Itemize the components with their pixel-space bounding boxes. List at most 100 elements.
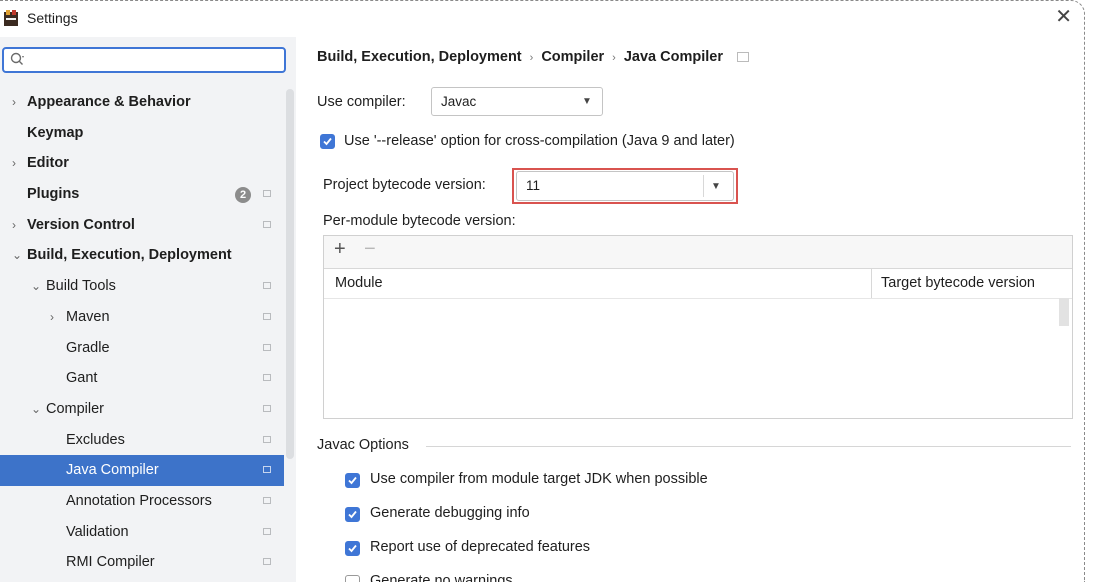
app-icon [4, 10, 18, 26]
search-icon [10, 52, 24, 65]
release-option-checkbox[interactable] [320, 134, 335, 149]
sidebar-item-label: Version Control [27, 216, 135, 233]
sidebar-item[interactable]: RMI Compiler [0, 547, 284, 578]
sidebar-item-label: Build, Execution, Deployment [27, 247, 232, 264]
javac-option-label: Generate no warnings [370, 573, 513, 582]
settings-content: Build, Execution, Deployment › Compiler › Ja… [296, 37, 1084, 582]
sidebar-item-label: Compiler [46, 400, 105, 417]
settings-sidebar: › Appearance & Behavior Keymap › Editor Plugi… [0, 37, 296, 582]
settings-page-icon [263, 435, 271, 443]
chevron-right-icon[interactable]: › [12, 148, 22, 179]
sidebar-item-label: Plugins [27, 186, 80, 203]
sidebar-item-label: Gant [66, 370, 98, 387]
compiler-select[interactable]: Javac ▼ [431, 87, 603, 116]
chevron-right-icon[interactable]: › [12, 210, 22, 241]
settings-page-icon [263, 312, 271, 320]
bytecode-version-value: 11 [526, 178, 541, 193]
release-option-label: Use '--release' option for cross-compila… [344, 133, 735, 149]
sidebar-item[interactable]: Java Compiler [0, 455, 284, 486]
column-divider[interactable] [871, 269, 872, 298]
javac-option-label: Use compiler from module target JDK when… [370, 471, 708, 487]
sidebar-item-label: Java Compiler [66, 462, 159, 479]
dropdown-arrow-icon: ▼ [582, 96, 592, 107]
settings-page-icon [263, 282, 271, 290]
compiler-select-value: Javac [441, 94, 477, 109]
search-field[interactable] [2, 47, 286, 73]
javac-option-label: Report use of deprecated features [370, 539, 591, 555]
column-header-target[interactable]: Target bytecode version [881, 275, 1035, 291]
sidebar-item-label: Validation [66, 523, 129, 540]
add-module-button[interactable]: + [334, 238, 346, 261]
settings-window: Settings ✕ › Appearance & Behavior Keymap ›… [0, 0, 1085, 582]
javac-option-label: Generate debugging info [370, 505, 530, 521]
javac-option-checkbox[interactable] [345, 575, 360, 582]
sidebar-item[interactable]: › Appearance & Behavior [0, 87, 284, 118]
sidebar-item-label: Editor [27, 155, 69, 172]
javac-option-checkbox[interactable] [345, 507, 360, 522]
settings-page-icon [263, 220, 271, 228]
sidebar-item[interactable]: Keymap [0, 118, 284, 149]
settings-page-icon [263, 343, 271, 351]
chevron-right-icon[interactable]: › [50, 302, 60, 333]
sidebar-item[interactable]: Gant [0, 363, 284, 394]
search-input[interactable] [30, 50, 284, 72]
sidebar-item[interactable]: ⌄ Build, Execution, Deployment [0, 240, 284, 271]
sidebar-item[interactable]: Validation [0, 517, 284, 548]
sidebar-item[interactable]: Annotation Processors [0, 486, 284, 517]
settings-page-icon [263, 466, 271, 474]
update-count-badge: 2 [235, 187, 251, 204]
settings-page-icon [263, 190, 271, 198]
select-divider [703, 175, 704, 197]
settings-page-icon [263, 558, 271, 566]
bytecode-version-select[interactable]: 11 ▼ [516, 171, 734, 201]
sidebar-item[interactable]: ⌄ Compiler [0, 394, 284, 425]
breadcrumb-separator: › [529, 52, 534, 64]
breadcrumb-item-build[interactable]: Build, Execution, Deployment [317, 49, 522, 65]
settings-page-icon [736, 52, 749, 63]
use-compiler-label: Use compiler: [317, 94, 406, 110]
sidebar-item-label: Gradle [66, 339, 110, 356]
breadcrumb-item-compiler[interactable]: Compiler [541, 49, 604, 65]
window-title: Settings [27, 10, 78, 26]
chevron-down-icon[interactable]: ⌄ [12, 240, 22, 271]
breadcrumb: Build, Execution, Deployment › Compiler › Ja… [317, 49, 749, 65]
sidebar-item[interactable]: › Version Control [0, 210, 284, 241]
table-toolbar: + − [324, 236, 1072, 268]
section-divider [426, 446, 1071, 447]
sidebar-item-label: Appearance & Behavior [27, 94, 191, 110]
per-module-label: Per-module bytecode version: [323, 213, 516, 229]
sidebar-item[interactable]: › Editor [0, 148, 284, 179]
table-scrollbar[interactable] [1059, 298, 1069, 326]
bytecode-version-label: Project bytecode version: [323, 177, 486, 193]
per-module-table: + − Module Target bytecode version [323, 235, 1073, 419]
settings-page-icon [263, 527, 271, 535]
javac-options-title: Javac Options [317, 437, 409, 453]
title-bar: Settings ✕ [0, 1, 1084, 37]
close-button[interactable]: ✕ [1055, 7, 1072, 27]
sidebar-scrollbar-thumb[interactable] [286, 89, 294, 459]
sidebar-item-label: Annotation Processors [66, 492, 212, 509]
sidebar-item-label: RMI Compiler [66, 554, 155, 571]
table-header: Module Target bytecode version [324, 268, 1072, 299]
chevron-right-icon[interactable]: › [12, 87, 22, 118]
column-header-module[interactable]: Module [335, 275, 383, 291]
sidebar-item[interactable]: › Maven [0, 302, 284, 333]
chevron-down-icon[interactable]: ⌄ [31, 394, 41, 425]
settings-page-icon [263, 496, 271, 504]
sidebar-item-label: Build Tools [46, 278, 116, 295]
remove-module-button[interactable]: − [364, 238, 376, 261]
settings-page-icon [263, 374, 271, 382]
sidebar-item-label: Keymap [27, 124, 84, 141]
javac-option-checkbox[interactable] [345, 541, 360, 556]
sidebar-item[interactable]: Gradle [0, 333, 284, 364]
sidebar-item-label: Excludes [66, 431, 125, 448]
sidebar-item[interactable]: Excludes [0, 425, 284, 456]
sidebar-item[interactable]: Plugins 2 [0, 179, 284, 210]
chevron-down-icon[interactable]: ⌄ [31, 271, 41, 302]
settings-page-icon [263, 404, 271, 412]
sidebar-item[interactable]: ⌄ Build Tools [0, 271, 284, 302]
javac-option-checkbox[interactable] [345, 473, 360, 488]
settings-tree: › Appearance & Behavior Keymap › Editor Plugi… [0, 87, 284, 578]
dropdown-arrow-icon: ▼ [711, 181, 721, 192]
sidebar-item-label: Maven [66, 308, 110, 325]
